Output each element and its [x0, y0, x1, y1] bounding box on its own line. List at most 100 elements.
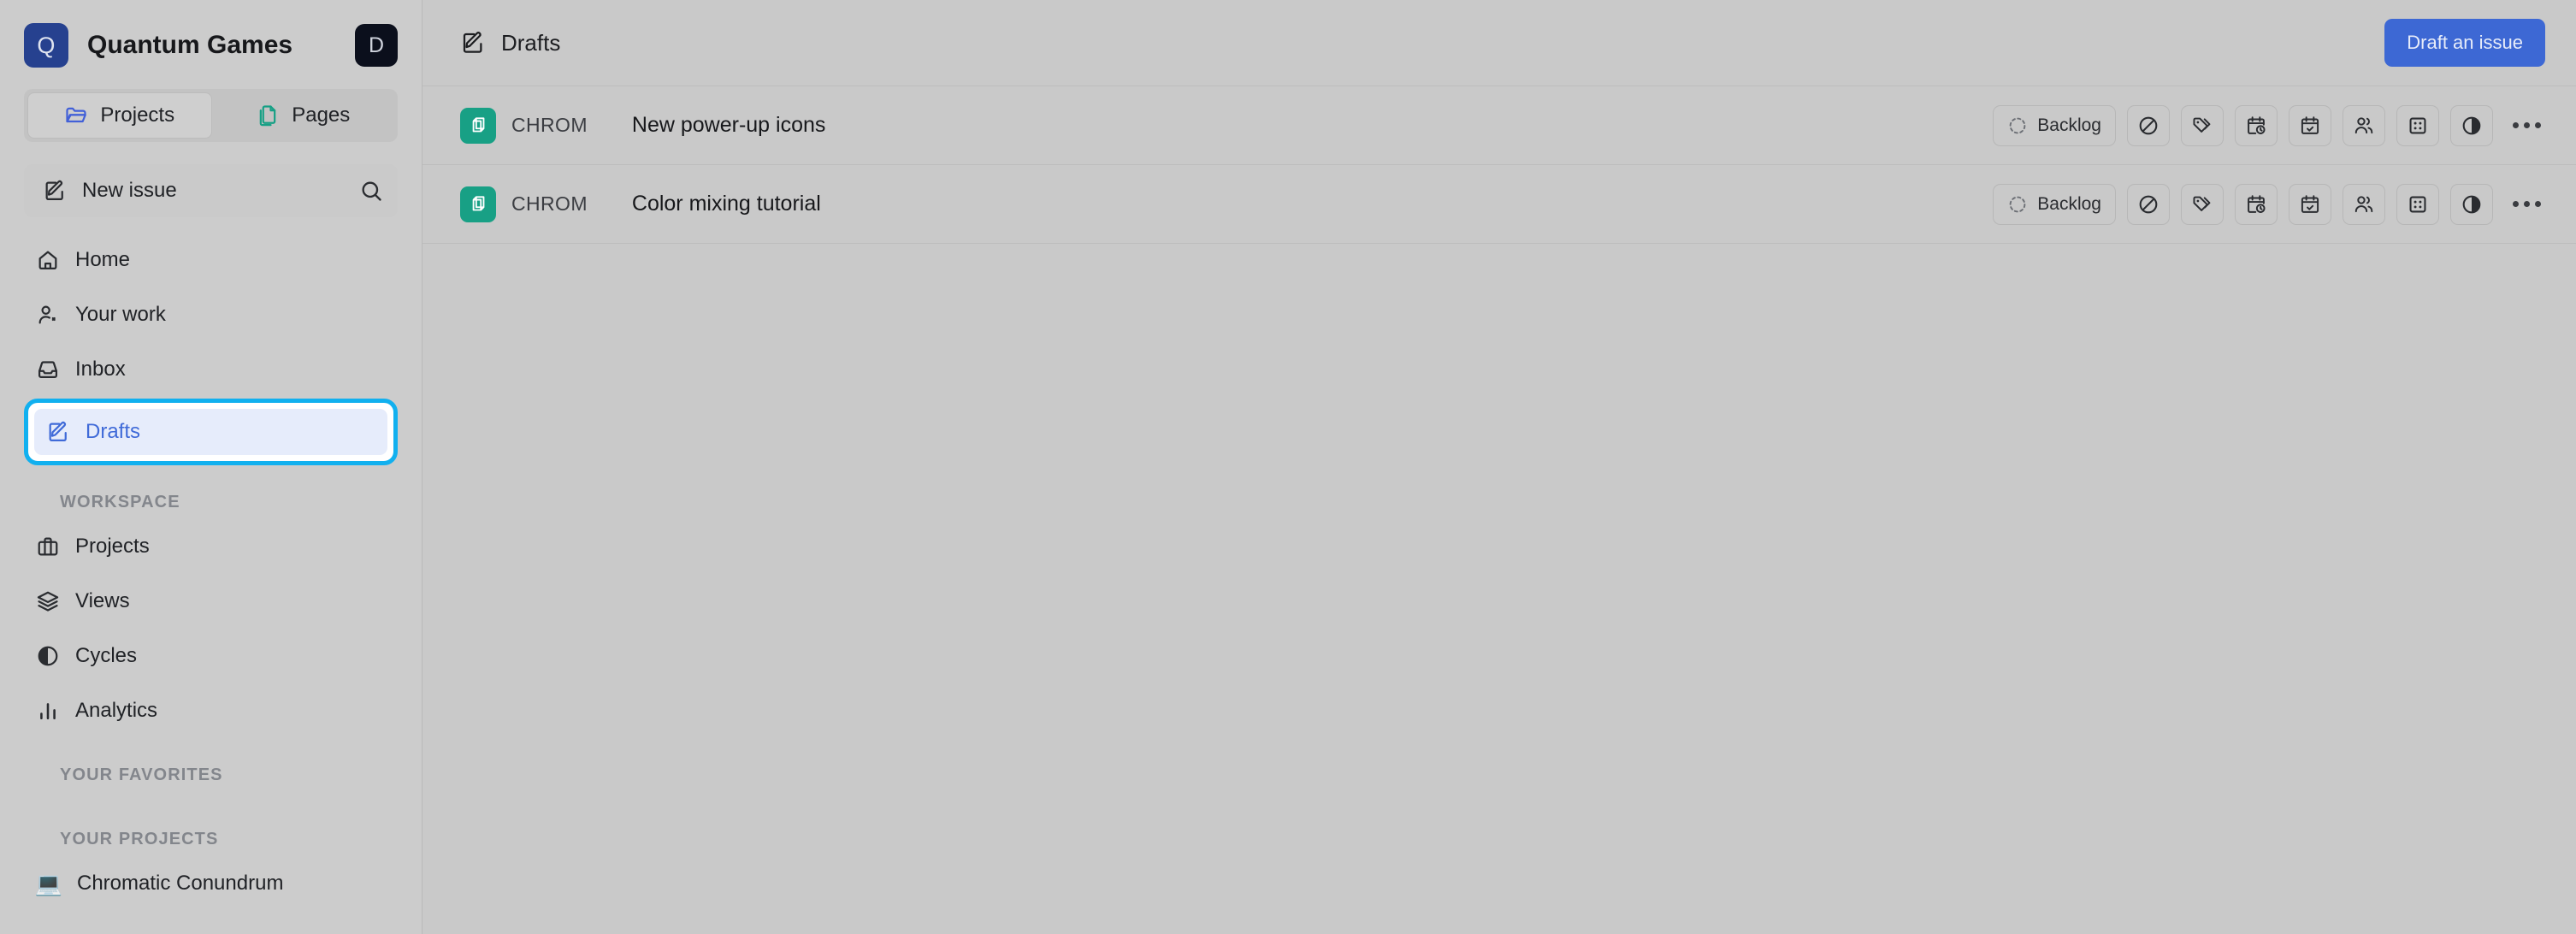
search-icon	[359, 179, 383, 203]
module-dropdown[interactable]	[2396, 183, 2439, 225]
ellipsis-icon	[2512, 122, 2541, 128]
draft-pencil-icon	[460, 30, 486, 56]
draft-an-issue-button[interactable]: Draft an issue	[2384, 19, 2545, 67]
draft-pencil-icon	[46, 420, 70, 444]
calendar-check-icon	[2299, 193, 2321, 216]
ellipsis-icon	[2512, 201, 2541, 207]
users-icon	[2353, 193, 2375, 216]
sidebar-item-views-label: Views	[75, 589, 130, 612]
workspace-tab-switcher: Projects Pages	[24, 89, 398, 142]
new-issue-label: New issue	[82, 179, 177, 202]
calendar-clock-icon	[2245, 193, 2267, 216]
priority-dropdown[interactable]	[2127, 183, 2170, 225]
state-dropdown[interactable]: Backlog	[1993, 183, 2116, 225]
sidebar-item-projects[interactable]: Projects	[24, 519, 398, 574]
tab-pages-label: Pages	[292, 103, 351, 127]
labels-dropdown[interactable]	[2181, 183, 2224, 225]
no-priority-ban-icon	[2137, 193, 2159, 216]
sidebar-item-home[interactable]: Home	[24, 233, 398, 287]
primary-nav: Home Your work Inbox Drafts WORKSPACE Pr…	[0, 233, 422, 911]
sidebar-item-inbox-label: Inbox	[75, 358, 126, 381]
pages-copy-icon	[256, 103, 280, 127]
search-button[interactable]	[345, 164, 398, 217]
drafts-list: CHROM New power-up icons Backlog CHROM C…	[422, 86, 2576, 244]
tab-pages[interactable]: Pages	[212, 92, 395, 139]
module-dice-icon	[2407, 193, 2429, 216]
sidebar-section-workspace: WORKSPACE	[60, 493, 180, 511]
cycle-dropdown[interactable]	[2450, 183, 2493, 225]
module-dice-icon	[2407, 115, 2429, 137]
module-dropdown[interactable]	[2396, 104, 2439, 146]
priority-dropdown[interactable]	[2127, 104, 2170, 146]
inbox-icon	[36, 358, 60, 381]
row-controls: Backlog	[1993, 104, 2545, 146]
sidebar-item-cycles-label: Cycles	[75, 644, 138, 667]
state-label: Backlog	[2037, 193, 2101, 214]
draft-pencil-icon	[43, 179, 67, 203]
page-title: Drafts	[501, 29, 561, 56]
more-options-button[interactable]	[2508, 184, 2545, 225]
new-issue-button[interactable]: New issue	[24, 164, 345, 217]
dashed-circle-icon	[2007, 194, 2028, 215]
laptop-icon: 💻	[34, 870, 63, 896]
dashed-circle-icon	[2007, 115, 2028, 136]
home-icon	[36, 248, 60, 272]
users-icon	[2353, 115, 2375, 137]
sidebar-project-label: Chromatic Conundrum	[77, 872, 284, 895]
tags-icon	[2191, 115, 2213, 137]
layers-icon	[36, 589, 60, 613]
app-root: Q Quantum Games D Projects Pages New iss…	[0, 0, 2576, 934]
project-key: CHROM	[511, 114, 588, 136]
contrast-circle-icon	[2461, 115, 2483, 137]
workspace-header: Q Quantum Games D	[0, 0, 422, 70]
more-options-button[interactable]	[2508, 105, 2545, 146]
breadcrumb[interactable]: Drafts	[460, 30, 560, 56]
sidebar-item-drafts-inner: Drafts	[34, 409, 387, 455]
project-key: CHROM	[511, 192, 588, 215]
sidebar-item-analytics-label: Analytics	[75, 699, 158, 722]
sidebar-item-cycles[interactable]: Cycles	[24, 629, 398, 683]
main-header: Drafts Draft an issue	[422, 0, 2576, 86]
tags-icon	[2191, 193, 2213, 216]
new-issue-row: New issue	[24, 164, 398, 217]
sidebar-item-views[interactable]: Views	[24, 574, 398, 629]
state-label: Backlog	[2037, 115, 2101, 135]
table-row[interactable]: CHROM Color mixing tutorial Backlog	[422, 165, 2576, 244]
due-date-picker[interactable]	[2289, 104, 2331, 146]
sidebar-item-drafts[interactable]: Drafts	[24, 399, 398, 465]
contrast-circle-icon	[36, 644, 60, 668]
assignee-dropdown[interactable]	[2343, 104, 2385, 146]
tab-projects-label: Projects	[100, 103, 175, 127]
workspace-tab-switcher-wrap: Projects Pages	[0, 70, 422, 142]
due-date-picker[interactable]	[2289, 183, 2331, 225]
user-plus-icon	[36, 303, 60, 327]
no-priority-ban-icon	[2137, 115, 2159, 137]
sidebar: Q Quantum Games D Projects Pages New iss…	[0, 0, 422, 934]
issue-title: Color mixing tutorial	[631, 192, 821, 216]
start-date-picker[interactable]	[2235, 104, 2278, 146]
project-badge-icon	[460, 186, 496, 222]
folder-open-icon	[64, 103, 88, 127]
sidebar-section-favorites: YOUR FAVORITES	[60, 766, 223, 784]
sidebar-project-chromatic-conundrum[interactable]: 💻 Chromatic Conundrum	[24, 856, 398, 911]
contrast-circle-icon	[2461, 193, 2483, 216]
assignee-dropdown[interactable]	[2343, 183, 2385, 225]
sidebar-item-your-work[interactable]: Your work	[24, 287, 398, 342]
labels-dropdown[interactable]	[2181, 104, 2224, 146]
sidebar-item-drafts-label: Drafts	[86, 420, 141, 443]
sidebar-item-analytics[interactable]: Analytics	[24, 683, 398, 738]
state-dropdown[interactable]: Backlog	[1993, 104, 2116, 146]
calendar-clock-icon	[2245, 115, 2267, 137]
project-badge-icon	[460, 107, 496, 144]
cycle-dropdown[interactable]	[2450, 104, 2493, 146]
workspace-logo[interactable]: Q	[24, 23, 68, 68]
sidebar-item-projects-label: Projects	[75, 535, 150, 558]
sidebar-item-inbox[interactable]: Inbox	[24, 342, 398, 397]
briefcase-icon	[36, 535, 60, 559]
user-avatar[interactable]: D	[355, 24, 398, 67]
start-date-picker[interactable]	[2235, 183, 2278, 225]
table-row[interactable]: CHROM New power-up icons Backlog	[422, 86, 2576, 165]
tab-projects[interactable]: Projects	[27, 92, 212, 139]
bar-chart-icon	[36, 699, 60, 723]
issue-title: New power-up icons	[631, 113, 826, 137]
